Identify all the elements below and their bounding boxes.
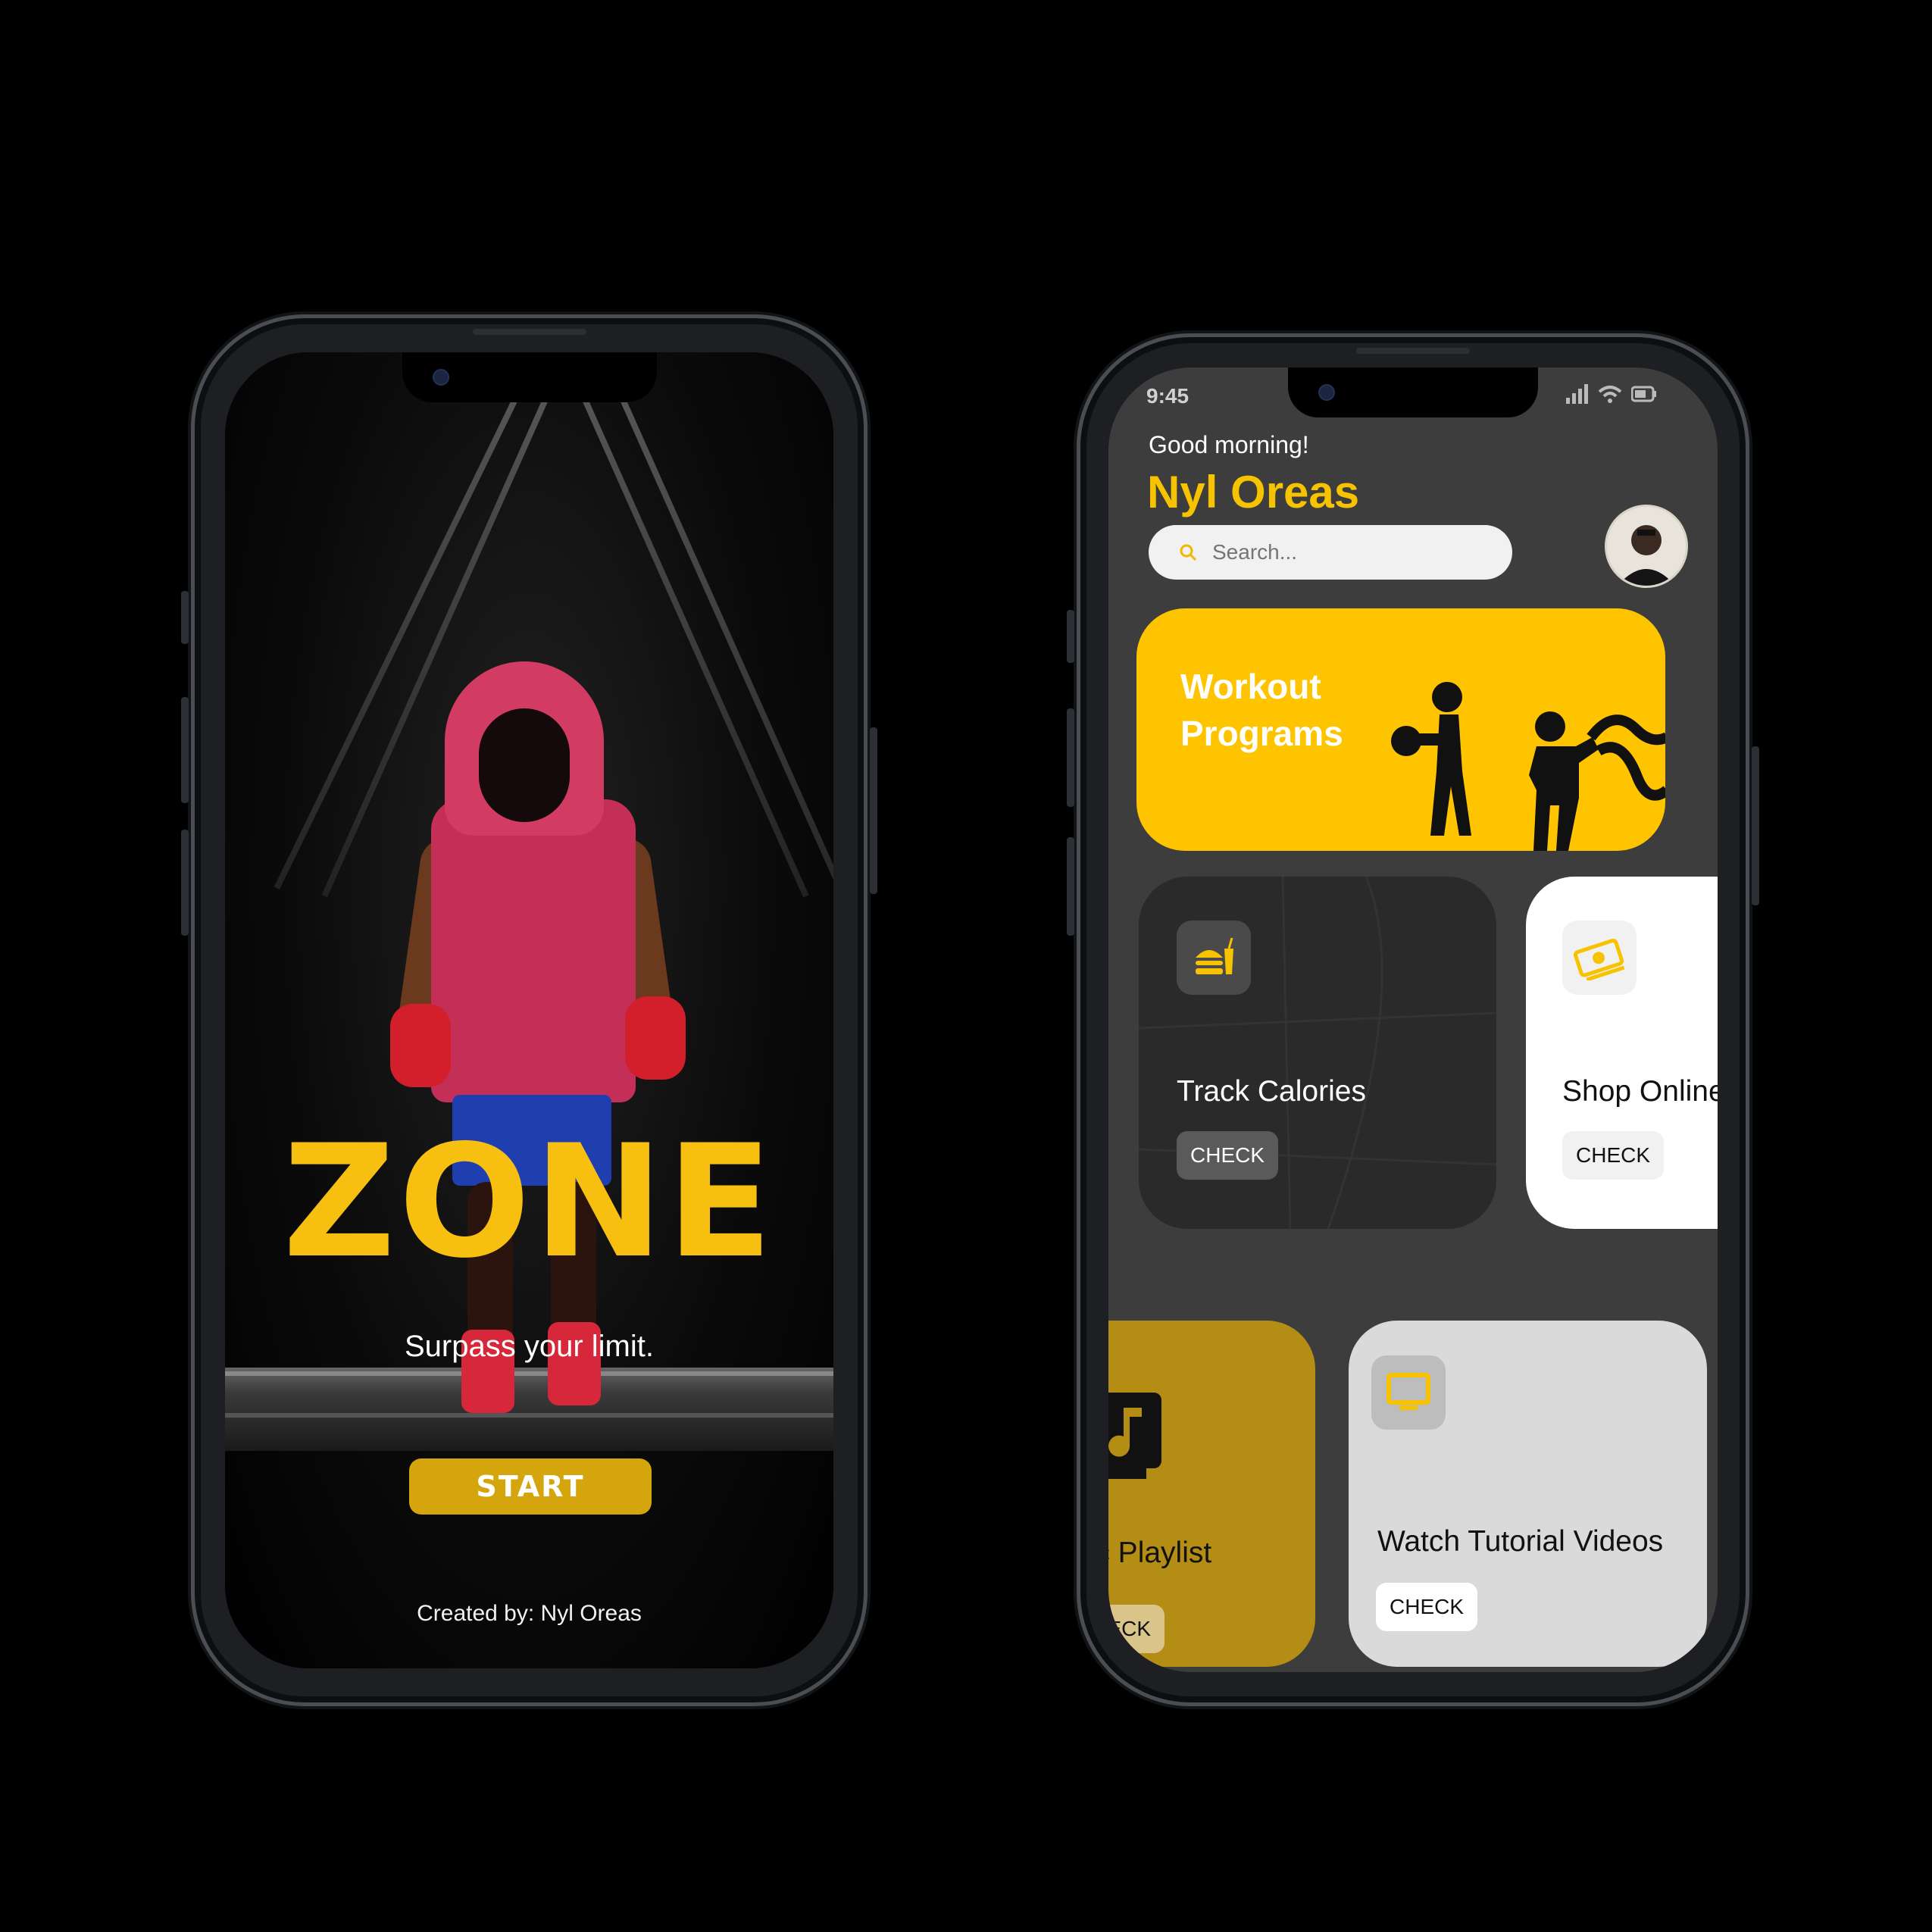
boxer-figure-icon [1391,682,1471,836]
watch-tutorial-videos-card[interactable]: Watch Tutorial Videos CHECK [1349,1321,1707,1667]
track-calories-label: Track Calories [1177,1075,1366,1108]
boxing-glove [625,996,686,1080]
track-calories-check-button[interactable]: CHECK [1177,1131,1279,1180]
boxer-vest [431,799,636,1102]
shop-online-check-button[interactable]: CHECK [1562,1131,1665,1180]
greeting: Good morning! [1149,431,1309,458]
ring-floor [225,1368,833,1451]
music-playlist-label: Music Playlist [1108,1537,1212,1569]
home-screen: 9:45 Good morning! Nyl Oreas Workout Pro… [1108,367,1718,1672]
money-icon [1574,938,1625,980]
battery-icon [1631,386,1656,402]
music-icon [1108,1393,1161,1479]
user-name: Nyl Oreas [1147,467,1360,517]
avatar-photo [1607,507,1686,586]
notch [402,352,657,402]
workout-programs-card[interactable]: Workout Programs [1136,608,1665,851]
side-button [1067,837,1074,936]
boxing-glove [390,1004,451,1087]
food-icon-tile [1177,921,1251,995]
side-button [181,830,189,936]
tv-icon-tile [1371,1355,1446,1430]
track-calories-card[interactable]: Track Calories CHECK [1139,877,1496,1229]
ring-rope [619,396,833,939]
signal-icon [1566,384,1588,404]
search-icon [1180,544,1197,561]
side-button [870,727,877,894]
side-button [1752,746,1759,905]
phone-right: 9:45 Good morning! Nyl Oreas Workout Pro… [1067,333,1759,1706]
wifi-icon [1598,386,1622,403]
tagline: Surpass your limit. [405,1330,654,1363]
shop-online-card[interactable]: Shop Online CHECK [1526,877,1718,1229]
speaker-grille [1356,348,1470,354]
credit-text: Created by: Nyl Oreas [417,1601,642,1626]
phone-left: ZONE Surpass your limit. START Created b… [181,314,877,1706]
music-playlist-card[interactable]: Music Playlist CHECK [1108,1321,1315,1667]
start-button[interactable]: START [409,1458,652,1515]
music-playlist-check-button[interactable]: CHECK [1108,1605,1165,1653]
watch-tutorial-check-button[interactable]: CHECK [1376,1583,1478,1631]
ring-line [225,1371,833,1376]
side-button [181,591,189,644]
side-button [181,697,189,803]
money-icon-tile [1562,921,1637,995]
ring-line [225,1413,833,1418]
camera-icon [432,369,449,386]
side-button [1067,708,1074,807]
tv-icon [1386,1373,1430,1410]
workout-title: Workout Programs [1180,667,1343,753]
status-time: 9:45 [1146,384,1190,408]
splash-screen: ZONE Surpass your limit. START Created b… [225,352,833,1668]
search-bar[interactable] [1149,525,1512,580]
speaker-grille [472,329,586,335]
notch [1288,367,1538,417]
food-icon [1196,937,1233,974]
avatar[interactable] [1605,505,1688,588]
status-icons [1566,384,1657,404]
watch-tutorial-label: Watch Tutorial Videos [1377,1525,1664,1558]
side-button [1067,610,1074,663]
search-input[interactable] [1211,539,1502,565]
boxer-face [479,708,570,822]
shop-online-label: Shop Online [1562,1075,1718,1108]
battle-rope-figure-icon [1529,711,1665,851]
app-title: ZONE [283,1112,776,1293]
camera-icon [1318,384,1335,401]
